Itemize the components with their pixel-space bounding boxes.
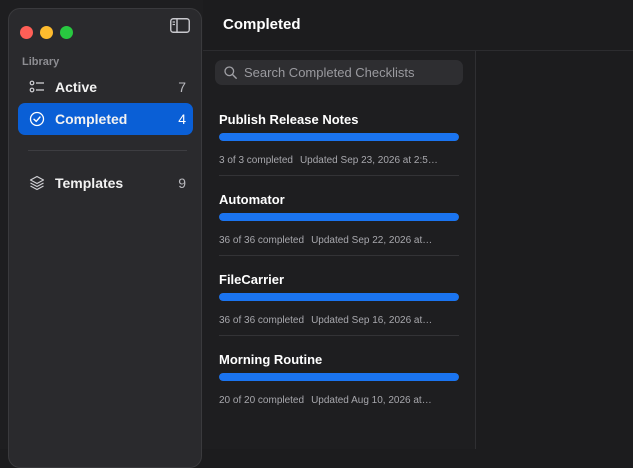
updated-text: Updated Aug 10, 2026 at… [311, 395, 432, 406]
sidebar: Library Active 7 Completed 4 Templates 9 [8, 8, 202, 468]
checklist-name: FileCarrier [219, 272, 285, 287]
checklist-meta: 3 of 3 completed Updated Sep 23, 2026 at … [219, 155, 459, 166]
search-placeholder: Search Completed Checklists [244, 65, 415, 80]
checklist-icon [29, 80, 44, 93]
progress-bar [219, 133, 459, 141]
checklist-list: Search Completed Checklists Publish Rele… [203, 51, 476, 449]
updated-text: Updated Sep 16, 2026 at… [311, 315, 433, 326]
sidebar-item-label: Active [55, 79, 98, 95]
checklist-item-filecarrier[interactable]: FileCarrier 36 of 36 completed Updated Se… [219, 272, 459, 352]
sidebar-item-completed[interactable]: Completed 4 [18, 103, 193, 135]
row-divider [219, 255, 459, 256]
app-window: Library Active 7 Completed 4 Templates 9… [0, 0, 633, 468]
zoom-window-button[interactable] [60, 26, 73, 39]
checklist-item-morning-routine[interactable]: Morning Routine 20 of 20 completed Update… [219, 352, 459, 432]
progress-text: 36 of 36 completed [219, 235, 305, 246]
close-window-button[interactable] [20, 26, 33, 39]
search-icon [224, 66, 237, 79]
progress-fill [219, 373, 459, 381]
checklist-name: Automator [219, 192, 285, 207]
checklist-meta: 36 of 36 completed Updated Sep 22, 2026 a… [219, 235, 459, 246]
sidebar-item-label: Completed [55, 111, 128, 127]
row-divider [219, 175, 459, 176]
sidebar-item-count: 4 [178, 111, 186, 127]
row-divider [219, 335, 459, 336]
title-bar: Completed [203, 0, 633, 51]
updated-text: Updated Sep 23, 2026 at 2:5… [299, 155, 438, 166]
sidebar-item-count: 7 [178, 79, 186, 95]
search-field[interactable]: Search Completed Checklists [215, 60, 463, 85]
minimize-window-button[interactable] [40, 26, 53, 39]
page-title: Completed [223, 16, 301, 33]
progress-bar [219, 373, 459, 381]
checklist-item-automator[interactable]: Automator 36 of 36 completed Updated Sep … [219, 192, 459, 272]
checklist-item-publish-release-notes[interactable]: Publish Release Notes 3 of 3 completed Up… [219, 112, 459, 192]
progress-fill [219, 213, 459, 221]
progress-bar [219, 293, 459, 301]
layers-icon [29, 175, 45, 191]
updated-text: Updated Sep 22, 2026 at… [311, 235, 433, 246]
progress-text: 20 of 20 completed [219, 395, 305, 406]
progress-text: 36 of 36 completed [219, 315, 305, 326]
checkmark-circle-icon [29, 111, 45, 127]
sidebar-divider [28, 150, 187, 151]
sidebar-item-count: 9 [178, 175, 186, 191]
checklist-meta: 36 of 36 completed Updated Sep 16, 2026 a… [219, 315, 459, 326]
checklist-name: Morning Routine [219, 352, 323, 367]
sidebar-item-templates[interactable]: Templates 9 [18, 167, 193, 199]
progress-bar [219, 213, 459, 221]
progress-fill [219, 133, 459, 141]
checklist-meta: 20 of 20 completed Updated Aug 10, 2026 a… [219, 395, 459, 406]
progress-text: 3 of 3 completed [219, 155, 293, 166]
library-section-label: Library [22, 56, 60, 68]
progress-fill [219, 293, 459, 301]
detail-pane [476, 51, 633, 449]
sidebar-toggle-icon[interactable] [170, 18, 190, 33]
checklist-name: Publish Release Notes [219, 112, 359, 127]
sidebar-item-label: Templates [55, 175, 124, 191]
sidebar-item-active[interactable]: Active 7 [18, 71, 193, 103]
